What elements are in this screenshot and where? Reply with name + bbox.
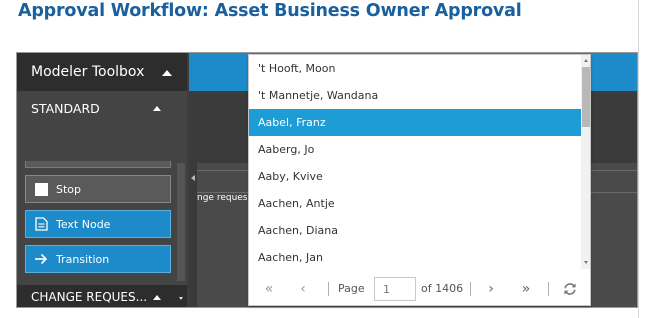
page-label: Page <box>338 282 365 295</box>
page-divider <box>638 0 639 318</box>
chevron-up-icon[interactable] <box>584 59 588 62</box>
standard-section-label: STANDARD <box>31 100 100 116</box>
divider <box>328 282 329 296</box>
document-icon <box>34 217 48 231</box>
pagination-bar: « ‹ Page of 1406 › » <box>249 273 590 305</box>
chevron-left-icon[interactable] <box>191 175 195 181</box>
next-page-button[interactable]: › <box>485 279 497 299</box>
caret-up-icon[interactable] <box>153 106 161 111</box>
scrollbar-thumb[interactable] <box>582 67 590 127</box>
panel-collapse-handle[interactable] <box>189 163 197 307</box>
modeler-toolbox: Modeler Toolbox STANDARD Stop Text Node … <box>17 53 187 307</box>
list-item[interactable]: Aaberg, Jo <box>249 136 581 163</box>
last-page-button[interactable]: » <box>518 279 534 299</box>
tool-transition[interactable]: Transition <box>25 245 171 273</box>
dropdown-scrollbar[interactable] <box>581 55 590 269</box>
change-request-section-header[interactable]: CHANGE REQUES... <box>17 285 187 307</box>
tool-transition-label: Transition <box>56 252 110 266</box>
list-item[interactable]: Aachen, Antje <box>249 190 581 217</box>
tool-text-node[interactable]: Text Node <box>25 210 171 238</box>
page-number-input[interactable] <box>374 277 416 301</box>
tool-item-partial[interactable] <box>25 161 171 168</box>
first-page-button[interactable]: « <box>261 279 277 299</box>
chevron-down-icon[interactable] <box>179 297 183 300</box>
list-item[interactable]: 't Mannetje, Wandana <box>249 82 581 109</box>
list-item[interactable]: 't Hooft, Moon <box>249 55 581 82</box>
toolbox-header[interactable]: Modeler Toolbox <box>17 53 187 91</box>
refresh-icon[interactable] <box>563 282 577 296</box>
change-request-section-label: CHANGE REQUES... <box>31 290 148 304</box>
list-item[interactable]: Aaby, Kvive <box>249 163 581 190</box>
chevron-down-icon[interactable] <box>584 261 588 264</box>
tool-stop-label: Stop <box>56 182 82 196</box>
user-list: 't Hooft, Moon 't Mannetje, Wandana Aabe… <box>249 55 581 271</box>
list-item-selected[interactable]: Aabel, Franz <box>249 109 581 136</box>
toolbox-scrollbar[interactable] <box>177 163 185 281</box>
stop-square-icon <box>34 182 48 196</box>
divider <box>548 282 549 296</box>
caret-up-icon[interactable] <box>153 295 161 300</box>
user-picker-dropdown: 't Hooft, Moon 't Mannetje, Wandana Aabe… <box>248 54 591 306</box>
caret-up-icon[interactable] <box>162 70 172 76</box>
standard-section-header[interactable]: STANDARD <box>17 91 187 125</box>
page: Approval Workflow: Asset Business Owner … <box>0 0 649 318</box>
tool-stop[interactable]: Stop <box>25 175 171 203</box>
divider <box>470 282 471 296</box>
previous-page-button[interactable]: ‹ <box>297 279 309 299</box>
page-title: Approval Workflow: Asset Business Owner … <box>18 1 522 21</box>
page-count-label: of 1406 <box>421 282 464 295</box>
canvas-node-label: nge reques <box>197 193 248 203</box>
arrow-right-icon <box>34 252 48 266</box>
toolbox-title: Modeler Toolbox <box>31 64 145 80</box>
tool-text-node-label: Text Node <box>56 217 111 231</box>
list-item[interactable]: Aachen, Diana <box>249 217 581 244</box>
list-item[interactable]: Aachen, Jan <box>249 244 581 271</box>
standard-section-body <box>17 125 187 161</box>
